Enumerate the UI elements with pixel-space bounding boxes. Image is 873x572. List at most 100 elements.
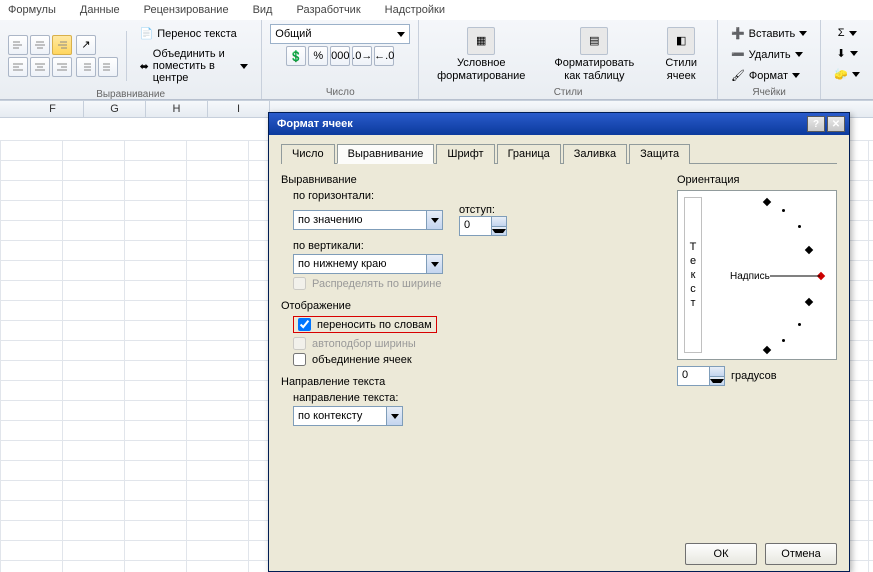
wrap-text-checkbox[interactable] (298, 318, 311, 331)
tab-number[interactable]: Число (281, 144, 335, 164)
insert-button[interactable]: ➕Вставить (726, 24, 812, 43)
tab-data[interactable]: Данные (80, 4, 120, 16)
degrees-spinner[interactable]: 0 (677, 366, 725, 386)
spin-up-icon[interactable] (492, 217, 506, 227)
cancel-button[interactable]: Отмена (765, 543, 837, 565)
horizontal-align-combo[interactable]: по значению (293, 210, 443, 230)
align-right-button[interactable] (52, 57, 72, 77)
merge-icon: ⬌ (140, 60, 149, 73)
comma-button[interactable]: 000 (330, 46, 350, 66)
chevron-down-icon (792, 73, 800, 78)
group-label-alignment: Выравнивание (8, 87, 253, 100)
number-format-combo[interactable]: Общий (270, 24, 410, 44)
chevron-down-icon (426, 255, 442, 273)
ribbon: ↗ 📄 Перенос текста ⬌ Объединить и помест… (0, 20, 873, 100)
chevron-down-icon (852, 72, 860, 77)
align-center-button[interactable] (30, 57, 50, 77)
format-button[interactable]: 🖌 Формат (726, 66, 805, 85)
col-header-i[interactable]: I (208, 101, 270, 117)
decrease-decimal-button[interactable]: ←.0 (374, 46, 394, 66)
increase-decimal-button[interactable]: .0→ (352, 46, 372, 66)
conditional-formatting-icon: ▦ (467, 27, 495, 55)
close-button[interactable]: ✕ (827, 116, 845, 132)
currency-button[interactable]: 💲 (286, 46, 306, 66)
indent-spinner[interactable]: 0 (459, 216, 507, 236)
wrap-text-label: Перенос текста (157, 28, 237, 40)
merge-center-button[interactable]: ⬌ Объединить и поместить в центре (135, 45, 254, 87)
horizontal-align-value: по значению (294, 214, 426, 226)
sigma-icon: Σ (838, 27, 845, 39)
clear-button[interactable]: 🧽 (829, 65, 865, 84)
spin-down-icon[interactable] (710, 377, 724, 386)
orientation-dial[interactable]: Надпись (706, 197, 830, 353)
col-header-f[interactable]: F (22, 101, 84, 117)
vertical-align-value: по нижнему краю (294, 258, 426, 270)
align-top-left-button[interactable] (8, 35, 28, 55)
fill-icon: ⬇ (837, 47, 846, 60)
spin-up-icon[interactable] (710, 367, 724, 377)
format-table-icon: ▤ (580, 27, 608, 55)
decrease-indent-button[interactable] (76, 57, 96, 77)
delete-button[interactable]: ➖Удалить (726, 45, 808, 64)
tab-protection[interactable]: Защита (629, 144, 690, 164)
vertical-text-button[interactable]: Т е к с т (684, 197, 702, 353)
col-header-g[interactable]: G (84, 101, 146, 117)
wrap-text-highlight: переносить по словам (293, 316, 437, 333)
v-char: Т (690, 241, 697, 253)
group-label-styles: Стили (427, 85, 709, 98)
group-label-number: Число (270, 85, 410, 98)
autosum-button[interactable]: Σ (833, 24, 862, 42)
fill-button[interactable]: ⬇ (832, 44, 863, 63)
tab-review[interactable]: Рецензирование (144, 4, 229, 16)
tab-alignment[interactable]: Выравнивание (337, 144, 435, 164)
spin-down-icon[interactable] (492, 227, 506, 236)
tab-border[interactable]: Граница (497, 144, 561, 164)
tab-formulas[interactable]: Формулы (8, 4, 56, 16)
insert-label: Вставить (749, 28, 796, 40)
text-direction-value: по контексту (294, 410, 386, 422)
merge-checkbox[interactable] (293, 353, 306, 366)
align-top-center-button[interactable] (30, 35, 50, 55)
chevron-down-icon (397, 32, 405, 37)
tab-fill[interactable]: Заливка (563, 144, 627, 164)
align-top-right-button[interactable] (52, 35, 72, 55)
cell-styles-label: Стили ячеек (659, 57, 703, 81)
tab-addins[interactable]: Надстройки (385, 4, 445, 16)
format-icon: 🖌 (731, 69, 745, 82)
tab-font[interactable]: Шрифт (436, 144, 494, 164)
merge-label: Объединить и поместить в центре (153, 48, 234, 84)
orientation-button[interactable]: ↗ (76, 35, 96, 55)
chevron-down-icon (240, 64, 248, 69)
col-header-h[interactable]: H (146, 101, 208, 117)
tab-view[interactable]: Вид (253, 4, 273, 16)
orientation-section-label: Ориентация (677, 174, 837, 186)
tab-developer[interactable]: Разработчик (296, 4, 360, 16)
conditional-formatting-button[interactable]: ▦ Условное форматирование (427, 25, 535, 83)
wrap-text-label: переносить по словам (317, 319, 432, 331)
format-label: Формат (749, 70, 788, 82)
merge-cells-row[interactable]: объединение ячеек (293, 353, 661, 366)
alignment-section-label: Выравнивание (281, 174, 661, 186)
group-label-editing (829, 96, 865, 98)
text-direction-combo[interactable]: по контексту (293, 406, 403, 426)
format-as-table-button[interactable]: ▤ Форматировать как таблицу (539, 25, 649, 83)
degrees-label: градусов (731, 370, 777, 382)
chevron-down-icon (795, 52, 803, 57)
help-button[interactable]: ? (807, 116, 825, 132)
percent-button[interactable]: % (308, 46, 328, 66)
align-left-button[interactable] (8, 57, 28, 77)
wrap-text-button[interactable]: 📄 Перенос текста (135, 24, 254, 43)
orientation-control[interactable]: Т е к с т Надпись (677, 190, 837, 360)
merge-cells-label: объединение ячеек (312, 354, 412, 366)
cell-styles-button[interactable]: ◧ Стили ячеек (653, 25, 709, 83)
ok-button[interactable]: ОК (685, 543, 757, 565)
chevron-down-icon (799, 31, 807, 36)
vertical-align-combo[interactable]: по нижнему краю (293, 254, 443, 274)
chevron-down-icon (386, 407, 402, 425)
shrink-to-fit-row: автоподбор ширины (293, 337, 661, 350)
display-section-label: Отображение (281, 300, 661, 312)
increase-indent-button[interactable] (98, 57, 118, 77)
v-char: к (691, 269, 696, 281)
distribute-label: Распределять по ширине (312, 278, 441, 290)
v-char: т (690, 297, 695, 309)
